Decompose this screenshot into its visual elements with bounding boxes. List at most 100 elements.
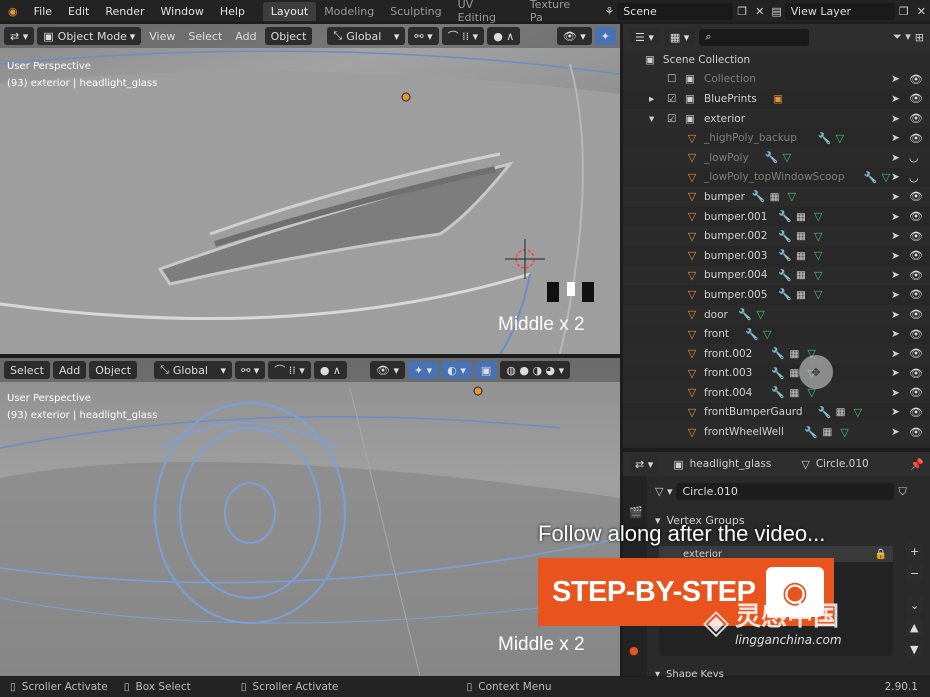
- object-menu[interactable]: Object: [89, 361, 138, 379]
- outliner-row[interactable]: ▽ bumper.002 🔧 ▦ ▽ ➤ 👁: [623, 226, 930, 246]
- visibility-button[interactable]: 👁 ▾: [556, 27, 592, 45]
- select-cursor-icon[interactable]: ➤: [891, 387, 900, 399]
- orientation-selector[interactable]: ⤡ Global ▾: [327, 27, 406, 45]
- visibility-eye-icon[interactable]: 👁: [909, 367, 923, 380]
- tab-texture-paint[interactable]: Texture Pa: [522, 0, 594, 27]
- mode-selector[interactable]: ▣ Object Mode ▾: [37, 27, 142, 45]
- outliner-row[interactable]: ▽ frontWheelWell 🔧 ▦ ▽ ➤ 👁: [623, 422, 930, 442]
- editor-type-button[interactable]: ☰ ▾: [629, 28, 660, 46]
- tab-layout[interactable]: Layout: [262, 1, 317, 21]
- select-cursor-icon[interactable]: ➤: [891, 132, 900, 144]
- select-cursor-icon[interactable]: ➤: [891, 367, 900, 379]
- material-tab-icon[interactable]: ●: [629, 644, 639, 657]
- visibility-eye-icon[interactable]: 👁: [909, 347, 923, 360]
- visibility-eye-icon[interactable]: 👁: [909, 328, 923, 341]
- visibility-eye-icon[interactable]: 👁: [909, 92, 923, 105]
- editor-type-button[interactable]: ⇄ ▾: [629, 455, 660, 473]
- select-cursor-icon[interactable]: ➤: [891, 211, 900, 223]
- proportional-button[interactable]: ● ∧: [487, 27, 521, 45]
- select-cursor-icon[interactable]: ➤: [891, 289, 900, 301]
- visibility-eye-icon[interactable]: 👁: [909, 73, 923, 86]
- blender-logo-icon[interactable]: ◉: [0, 5, 26, 18]
- select-cursor-icon[interactable]: ➤: [891, 93, 900, 105]
- outliner-row[interactable]: ▽ _lowPoly_topWindowScoop 🔧 ▽ ➤ ◡: [623, 168, 930, 188]
- select-cursor-icon[interactable]: ➤: [891, 269, 900, 281]
- gizmo-button[interactable]: ✦ ▾: [407, 361, 439, 379]
- outliner-row[interactable]: ☐ ▣ Collection ➤ 👁: [623, 69, 930, 90]
- view-menu[interactable]: View: [144, 28, 180, 45]
- outliner-row[interactable]: ▽ bumper.001 🔧 ▦ ▽ ➤ 👁: [623, 207, 930, 227]
- copy-icon[interactable]: ❐: [733, 5, 751, 18]
- visibility-eye-icon[interactable]: 👁: [909, 132, 923, 145]
- select-cursor-icon[interactable]: ➤: [891, 328, 900, 340]
- outliner-row[interactable]: ▽ door 🔧 ▽ ➤ 👁: [623, 304, 930, 325]
- overlay-button[interactable]: ◐ ▾: [441, 361, 472, 379]
- outliner-row[interactable]: ▽ bumper.004 🔧 ▦ ▽ ➤ 👁: [623, 265, 930, 286]
- visibility-eye-icon[interactable]: ◡: [909, 171, 919, 184]
- select-cursor-icon[interactable]: ➤: [891, 113, 900, 125]
- outliner-row[interactable]: ▽ _highPoly_backup 🔧 ▽ ➤ 👁: [623, 128, 930, 148]
- select-cursor-icon[interactable]: ➤: [891, 191, 900, 203]
- display-mode-button[interactable]: ▦ ▾: [663, 28, 696, 46]
- add-menu[interactable]: Add: [230, 28, 261, 45]
- select-menu[interactable]: Select: [4, 361, 50, 379]
- tab-sculpting[interactable]: Sculpting: [382, 2, 449, 21]
- proportional-button[interactable]: ● ∧: [313, 361, 347, 379]
- checkbox[interactable]: ☐: [667, 73, 676, 85]
- outliner-row[interactable]: ▽front.003🔧▦▽➤👁: [623, 364, 930, 384]
- menu-edit[interactable]: Edit: [60, 5, 97, 18]
- move-up-button[interactable]: ▲: [906, 618, 923, 636]
- visibility-eye-icon[interactable]: ◡: [909, 151, 919, 164]
- tool-tab-icon[interactable]: 🎬: [629, 506, 643, 519]
- outliner-row[interactable]: ▽ front.002 🔧 ▦ ▽ ➤ 👁: [623, 343, 930, 364]
- visibility-eye-icon[interactable]: 👁: [909, 249, 923, 262]
- pin-icon[interactable]: 📌: [910, 458, 924, 471]
- visibility-button[interactable]: 👁 ▾: [369, 361, 405, 379]
- checkbox[interactable]: ☑: [667, 93, 676, 105]
- close-icon[interactable]: ✕: [913, 5, 930, 18]
- visibility-eye-icon[interactable]: 👁: [909, 269, 923, 282]
- remove-vertex-group-button[interactable]: −: [906, 564, 923, 582]
- new-collection-icon[interactable]: ⊞: [915, 31, 924, 44]
- scene-selector[interactable]: Scene: [617, 2, 734, 20]
- mesh-name-field[interactable]: Circle.010: [676, 483, 895, 500]
- visibility-eye-icon[interactable]: 👁: [909, 112, 923, 125]
- outliner-row[interactable]: ▽ bumper 🔧 ▦ ▽ ➤ 👁: [623, 187, 930, 207]
- snap-button[interactable]: ⌒ ⁞⁞ ▾: [268, 361, 311, 379]
- visibility-eye-icon[interactable]: 👁: [909, 406, 923, 419]
- outliner-search-input[interactable]: ⌕: [699, 28, 810, 46]
- outliner-row[interactable]: ▽ front.004 🔧 ▦ ▽ ➤ 👁: [623, 383, 930, 403]
- select-cursor-icon[interactable]: ➤: [891, 309, 900, 321]
- menu-file[interactable]: File: [26, 5, 60, 18]
- select-cursor-icon[interactable]: ➤: [891, 348, 900, 360]
- viewport-bottom[interactable]: User Perspective (93) exterior | headlig…: [0, 358, 620, 676]
- gizmo-button[interactable]: ✦: [594, 27, 616, 45]
- expand-arrow-icon[interactable]: ▸: [649, 93, 654, 105]
- visibility-eye-icon[interactable]: 👁: [909, 386, 923, 399]
- select-cursor-icon[interactable]: ➤: [891, 152, 900, 164]
- outliner-row[interactable]: ▽ front 🔧 ▽ ➤ 👁: [623, 324, 930, 344]
- filter-icon[interactable]: ⏷ ▾: [893, 30, 911, 44]
- view-layer-selector[interactable]: View Layer: [784, 2, 895, 20]
- tab-uv-editing[interactable]: UV Editing: [450, 0, 522, 27]
- scene-collection-row[interactable]: ▣ Scene Collection: [623, 50, 930, 70]
- select-cursor-icon[interactable]: ➤: [891, 73, 900, 85]
- move-down-button[interactable]: ▼: [906, 640, 923, 658]
- pivot-button[interactable]: ⚯ ▾: [235, 361, 266, 379]
- tab-modeling[interactable]: Modeling: [316, 2, 382, 21]
- viewport-top[interactable]: User Perspective (93) exterior | headlig…: [0, 24, 620, 354]
- outliner-row[interactable]: ▸ ☑ ▣ BluePrints ▣ ➤ 👁: [623, 89, 930, 109]
- select-cursor-icon[interactable]: ➤: [891, 406, 900, 418]
- snap-button[interactable]: ⌒ ⁞⁞ ▾: [441, 27, 485, 45]
- pivot-button[interactable]: ⚯ ▾: [408, 27, 439, 45]
- add-vertex-group-button[interactable]: +: [906, 542, 923, 560]
- select-cursor-icon[interactable]: ➤: [891, 426, 900, 438]
- select-menu[interactable]: Select: [183, 28, 227, 45]
- outliner-row[interactable]: ▽ bumper.003 🔧 ▦ ▽ ➤ 👁: [623, 246, 930, 266]
- editor-type-button[interactable]: ⇄ ▾: [4, 27, 35, 45]
- outliner-row[interactable]: ▾ ☑ ▣ exterior ➤ 👁: [623, 108, 930, 129]
- outliner-row[interactable]: ▽ bumper.005 🔧 ▦ ▽ ➤ 👁: [623, 285, 930, 305]
- visibility-eye-icon[interactable]: 👁: [909, 190, 923, 203]
- xray-button[interactable]: ▣: [474, 361, 498, 379]
- visibility-eye-icon[interactable]: 👁: [909, 288, 923, 301]
